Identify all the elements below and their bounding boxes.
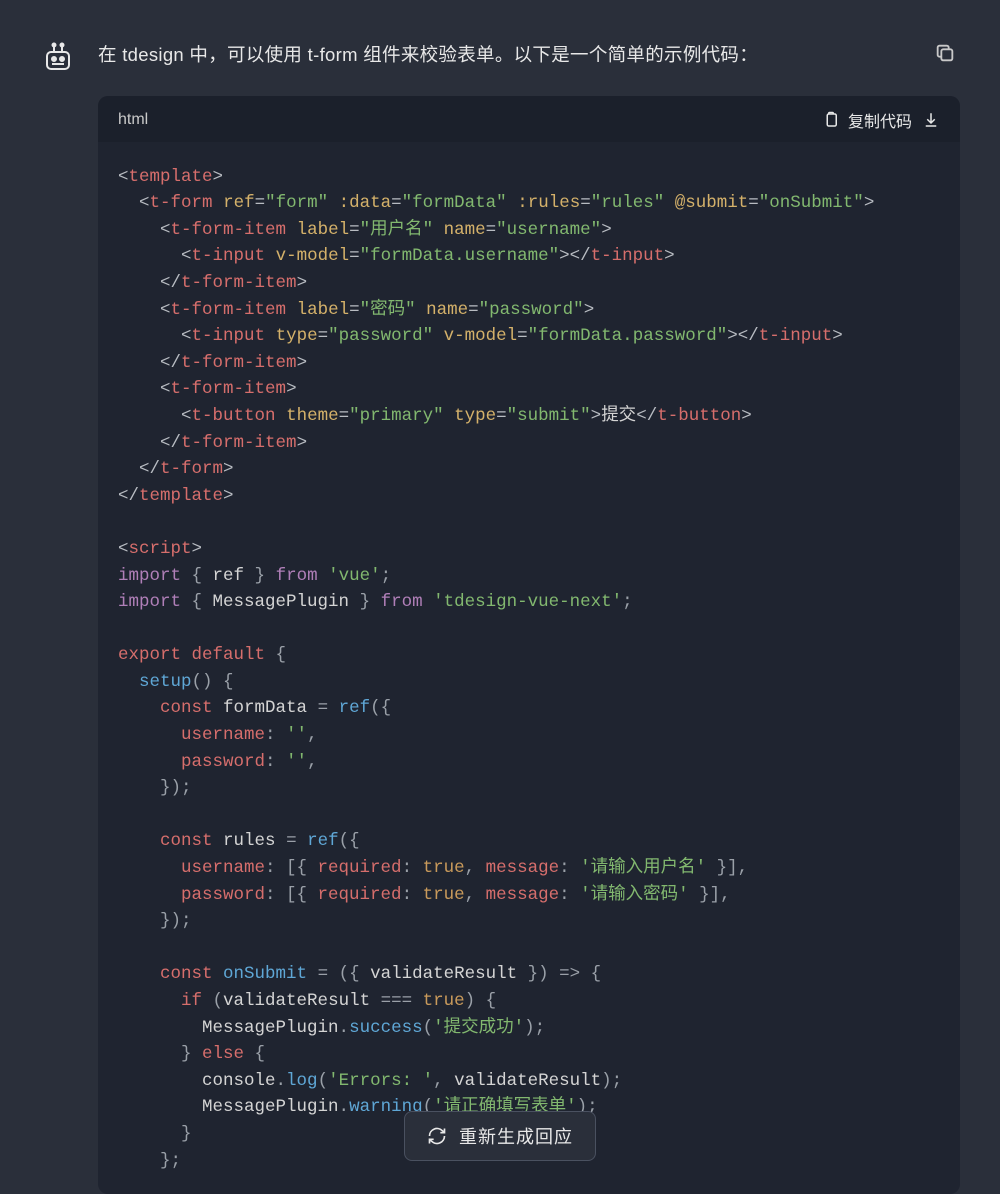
copy-code-label: 复制代码 bbox=[848, 108, 912, 132]
download-icon bbox=[922, 111, 940, 129]
refresh-icon bbox=[427, 1126, 447, 1146]
code-header: html 复制代码 bbox=[98, 96, 960, 142]
chat-message: 在 tdesign 中，可以使用 t-form 组件来校验表单。以下是一个简单的… bbox=[0, 0, 1000, 1194]
regenerate-button[interactable]: 重新生成回应 bbox=[404, 1111, 596, 1161]
regenerate-label: 重新生成回应 bbox=[459, 1123, 573, 1149]
copy-code-button[interactable]: 复制代码 bbox=[822, 108, 912, 132]
copy-message-button[interactable] bbox=[934, 42, 956, 69]
code-block: html 复制代码 bbox=[98, 96, 960, 1194]
intro-text: 在 tdesign 中，可以使用 t-form 组件来校验表单。以下是一个简单的… bbox=[98, 40, 960, 70]
assistant-avatar bbox=[40, 40, 76, 76]
code-language-label: html bbox=[118, 111, 148, 129]
download-code-button[interactable] bbox=[922, 111, 940, 129]
clipboard-icon bbox=[822, 111, 840, 129]
robot-icon bbox=[42, 42, 74, 74]
code-content: <template> <t-form ref="form" :data="for… bbox=[98, 142, 960, 1194]
copy-icon bbox=[934, 42, 956, 64]
